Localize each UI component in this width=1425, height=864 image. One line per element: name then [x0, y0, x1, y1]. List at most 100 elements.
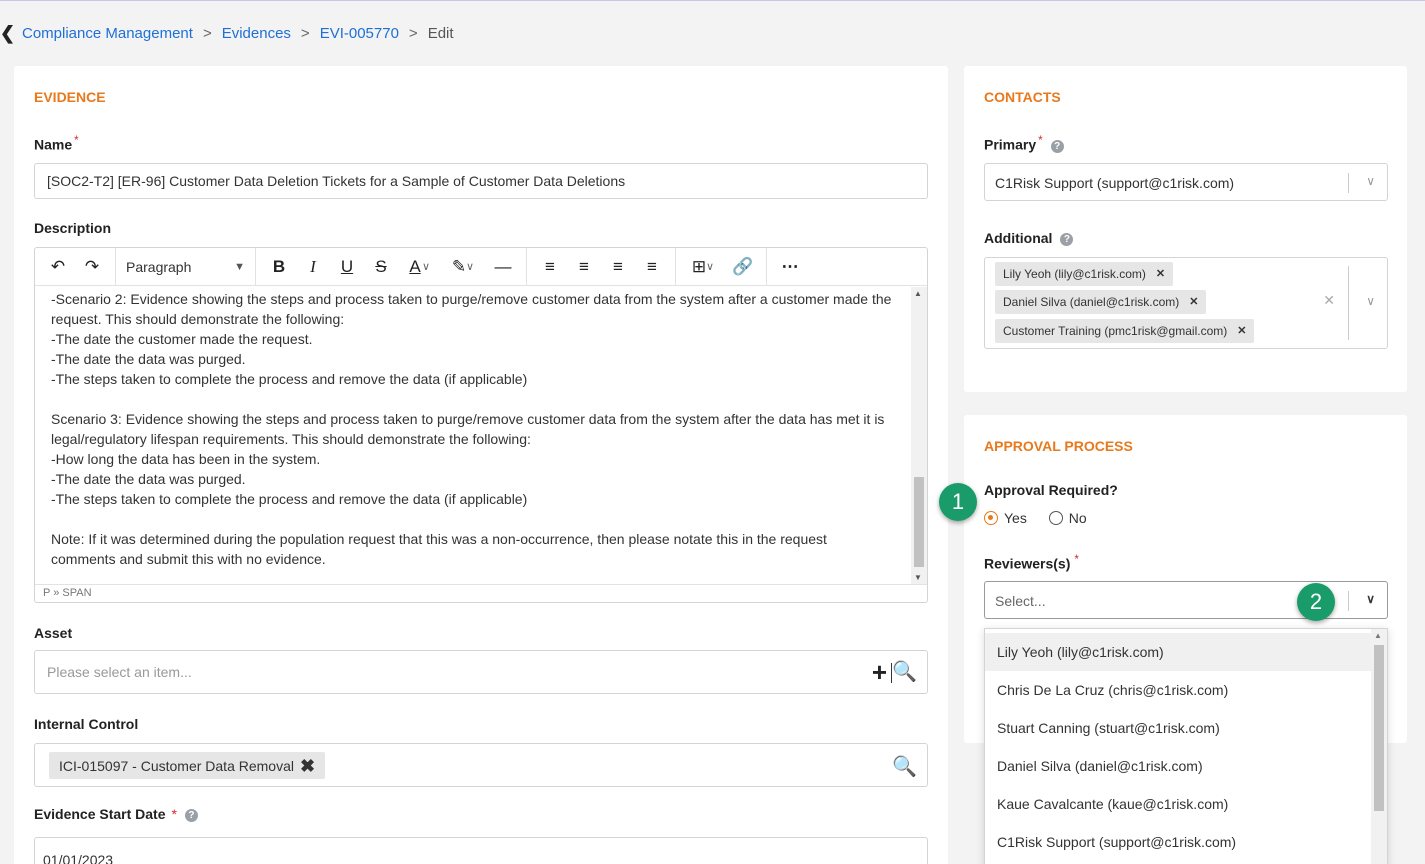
approval-no-radio[interactable]: No — [1048, 510, 1087, 526]
step-2-badge: 2 — [1297, 583, 1335, 621]
reviewer-option[interactable]: Lily Yeoh (lily@c1risk.com) — [985, 633, 1371, 671]
radio-selected-icon — [984, 511, 998, 525]
chevron-down-icon[interactable]: ∨ — [1366, 294, 1375, 308]
block-format-value: Paragraph — [126, 258, 192, 275]
contacts-panel: CONTACTS Primary *? C1Risk Support (suppo… — [964, 66, 1407, 392]
remove-icon[interactable]: ✖ — [300, 754, 315, 778]
align-right-icon[interactable]: ≡ — [601, 252, 635, 282]
clear-all-icon[interactable]: ✕ — [1323, 292, 1335, 309]
help-icon[interactable]: ? — [184, 809, 198, 822]
add-icon[interactable]: + — [872, 659, 887, 685]
additional-chip: Daniel Silva (daniel@c1risk.com) ✕ — [995, 290, 1207, 314]
chevron-down-icon: ▼ — [234, 260, 245, 273]
required-marker: * — [171, 806, 177, 822]
chevron-down-icon[interactable]: ∨ — [1366, 592, 1375, 606]
italic-icon[interactable]: I — [296, 252, 330, 282]
breadcrumb-evidences[interactable]: Evidences — [222, 25, 291, 42]
description-line: Scenario 3: Evidence showing the steps a… — [51, 411, 885, 447]
chevron-down-icon[interactable]: ∨ — [422, 260, 442, 273]
additional-select[interactable]: Lily Yeoh (lily@c1risk.com) ✕ Daniel Silv… — [984, 257, 1388, 349]
insert-group: ⊞ ∨ 🔗 — [676, 248, 767, 285]
editor-toolbar: ↶ ↷ Paragraph ▼ B I U S A ∨ ✎ ∨ — ≡ ≡ ≡ … — [35, 248, 927, 286]
description-line: -Scenario 2: Evidence showing the steps … — [51, 291, 892, 327]
description-editor: ↶ ↷ Paragraph ▼ B I U S A ∨ ✎ ∨ — ≡ ≡ ≡ … — [34, 247, 928, 603]
asset-input[interactable]: Please select an item... + 🔍 — [34, 650, 928, 694]
asset-placeholder: Please select an item... — [47, 664, 192, 680]
description-line: -The date the data was purged. — [51, 351, 246, 367]
block-format-select[interactable]: Paragraph ▼ — [116, 248, 256, 285]
reviewers-dropdown-menu: Lily Yeoh (lily@c1risk.com) Chris De La … — [984, 628, 1388, 864]
primary-select[interactable]: C1Risk Support (support@c1risk.com) ∨ — [984, 163, 1388, 201]
remove-icon[interactable]: ✕ — [1189, 290, 1198, 314]
reviewer-option[interactable]: Chris De La Cruz (chris@c1risk.com) — [985, 671, 1371, 709]
element-path: P » SPAN — [43, 587, 92, 599]
radio-unselected-icon — [1048, 511, 1063, 525]
chevron-down-icon[interactable]: ∨ — [706, 260, 726, 273]
back-chevron-icon[interactable]: ❮ — [0, 23, 15, 44]
strikethrough-icon[interactable]: S — [364, 252, 398, 282]
align-center-icon[interactable]: ≡ — [567, 252, 601, 282]
chevron-down-icon[interactable]: ∨ — [466, 260, 486, 273]
divider — [1348, 266, 1349, 340]
approval-yes-radio[interactable]: Yes — [984, 510, 1027, 526]
breadcrumb-separator: > — [408, 24, 418, 42]
reviewer-option[interactable]: C1Risk Support (support@c1risk.com) — [985, 823, 1371, 861]
more-icon[interactable]: ⋯ — [773, 252, 807, 282]
more-group: ⋯ — [767, 248, 813, 285]
link-icon[interactable]: 🔗 — [726, 252, 760, 282]
undo-icon[interactable]: ↶ — [41, 252, 75, 282]
reviewers-placeholder: Select... — [995, 593, 1046, 609]
chevron-down-icon[interactable]: ∨ — [1366, 174, 1375, 188]
redo-icon[interactable]: ↷ — [75, 252, 109, 282]
underline-icon[interactable]: U — [330, 252, 364, 282]
description-line: -The date the customer made the request. — [51, 331, 313, 347]
description-line: -The steps taken to complete the process… — [51, 371, 528, 387]
additional-chip: Lily Yeoh (lily@c1risk.com) ✕ — [995, 262, 1174, 286]
help-icon[interactable]: ? — [1060, 233, 1074, 246]
name-label: Name * — [34, 134, 79, 153]
name-input[interactable]: [SOC2-T2] [ER-96] Customer Data Deletion… — [34, 163, 928, 199]
step-1-badge: 1 — [939, 483, 977, 521]
internal-control-chip-label: ICI-015097 - Customer Data Removal — [59, 757, 294, 774]
editor-status-bar: P » SPAN — [35, 584, 927, 602]
primary-value: C1Risk Support (support@c1risk.com) — [995, 175, 1235, 191]
bold-icon[interactable]: B — [262, 252, 296, 282]
required-marker: * — [1074, 553, 1079, 566]
reviewer-option[interactable]: Kaue Cavalcante (kaue@c1risk.com) — [985, 785, 1371, 823]
align-group: ≡ ≡ ≡ ≡ — [527, 248, 676, 285]
description-line: -The steps taken to complete the process… — [51, 491, 528, 507]
internal-control-label: Internal Control — [34, 716, 139, 732]
required-marker: * — [1038, 134, 1043, 147]
reviewer-option[interactable]: Daniel Silva (daniel@c1risk.com) — [985, 747, 1371, 785]
description-content[interactable]: -Scenario 2: Evidence showing the steps … — [35, 287, 911, 582]
breadcrumb-current: Edit — [427, 24, 454, 42]
start-date-input[interactable]: 01/01/2023 — [34, 837, 928, 864]
editor-scroll-thumb[interactable] — [914, 477, 924, 567]
reviewer-option[interactable]: Stuart Canning (stuart@c1risk.com) — [985, 709, 1371, 747]
align-left-icon[interactable]: ≡ — [533, 252, 567, 282]
remove-icon[interactable]: ✕ — [1156, 262, 1165, 286]
divider — [1348, 173, 1349, 193]
evidence-section-title: EVIDENCE — [34, 89, 106, 105]
zoom-search-icon[interactable]: 🔍 — [892, 754, 917, 779]
approval-required-label: Approval Required? — [984, 482, 1118, 498]
dropdown-scrollbar[interactable]: ▲ — [1371, 629, 1387, 864]
start-date-label: Evidence Start Date *? — [34, 806, 198, 822]
dropdown-scroll-thumb[interactable] — [1374, 645, 1384, 811]
horizontal-rule-icon[interactable]: — — [486, 252, 520, 282]
internal-control-input[interactable]: ICI-015097 - Customer Data Removal ✖ 🔍 — [34, 743, 928, 787]
description-line: Note: If it was determined during the po… — [51, 531, 827, 567]
description-line: -The date the data was purged. — [51, 471, 246, 487]
remove-icon[interactable]: ✕ — [1237, 319, 1246, 343]
help-icon[interactable]: ? — [1050, 139, 1064, 153]
divider — [1348, 591, 1349, 611]
additional-label: Additional? — [984, 230, 1074, 246]
description-line: -How long the data has been in the syste… — [51, 451, 321, 467]
align-justify-icon[interactable]: ≡ — [635, 252, 669, 282]
breadcrumb-compliance-management[interactable]: Compliance Management — [22, 25, 193, 42]
editor-scrollbar[interactable]: ▲ ▼ — [911, 287, 927, 584]
required-marker: * — [74, 134, 79, 147]
format-group: B I U S A ∨ ✎ ∨ — — [256, 248, 527, 285]
zoom-search-icon[interactable]: 🔍 — [892, 659, 917, 684]
breadcrumb-evidence-id[interactable]: EVI-005770 — [320, 25, 399, 42]
